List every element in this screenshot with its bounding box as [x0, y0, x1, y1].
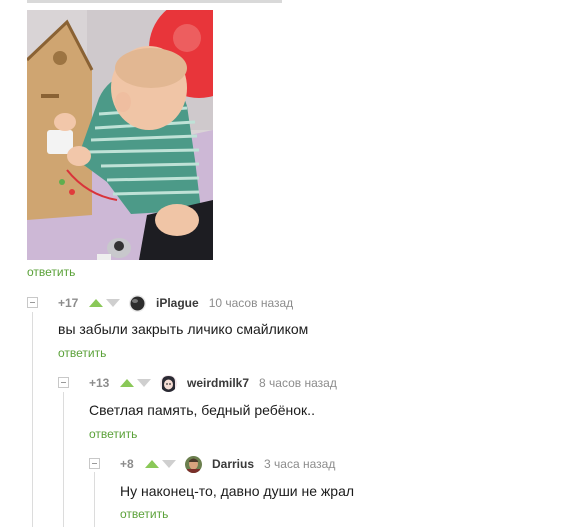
avatar[interactable] — [129, 294, 146, 312]
comment-text: Светлая память, бедный ребёнок.. — [89, 402, 315, 418]
comment-username[interactable]: weirdmilk7 — [187, 376, 249, 390]
comment-time[interactable]: 10 часов назад — [209, 296, 293, 310]
collapse-button[interactable] — [27, 297, 38, 308]
downvote-icon[interactable] — [137, 379, 151, 387]
comment-reply-link[interactable]: ответить — [120, 507, 168, 521]
collapse-button[interactable] — [58, 377, 69, 388]
thread-line-level-1[interactable] — [32, 312, 33, 527]
comment-header: +13 weirdmilk7 8 часов назад — [89, 374, 337, 392]
comment-text: вы забыли закрыть личико смайликом — [58, 321, 309, 337]
upvote-icon[interactable] — [89, 299, 103, 307]
comment-header: +8 Darrius 3 часа назад — [120, 455, 335, 473]
comment-reply-link[interactable]: ответить — [58, 346, 106, 360]
downvote-icon[interactable] — [162, 460, 176, 468]
avatar[interactable] — [185, 455, 202, 473]
comment-username[interactable]: iPlague — [156, 296, 199, 310]
comment-rating: +17 — [58, 296, 79, 310]
post-reply-link[interactable]: ответить — [27, 265, 75, 279]
post-image[interactable] — [27, 10, 213, 260]
comment-rating: +13 — [89, 376, 110, 390]
comment-header: +17 iPlague 10 часов назад — [58, 294, 293, 312]
comment-time[interactable]: 8 часов назад — [259, 376, 337, 390]
avatar[interactable] — [160, 374, 177, 392]
downvote-icon[interactable] — [106, 299, 120, 307]
collapse-button[interactable] — [89, 458, 100, 469]
comment-text: Ну наконец-то, давно души не жрал — [120, 483, 355, 499]
thread-line-level-3[interactable] — [94, 472, 95, 527]
upvote-icon[interactable] — [145, 460, 159, 468]
comment-time[interactable]: 3 часа назад — [264, 457, 335, 471]
comment-username[interactable]: Darrius — [212, 457, 254, 471]
comment-reply-link[interactable]: ответить — [89, 427, 137, 441]
top-divider — [27, 0, 282, 3]
thread-line-level-2[interactable] — [63, 392, 64, 527]
upvote-icon[interactable] — [120, 379, 134, 387]
comment-rating: +8 — [120, 457, 134, 471]
